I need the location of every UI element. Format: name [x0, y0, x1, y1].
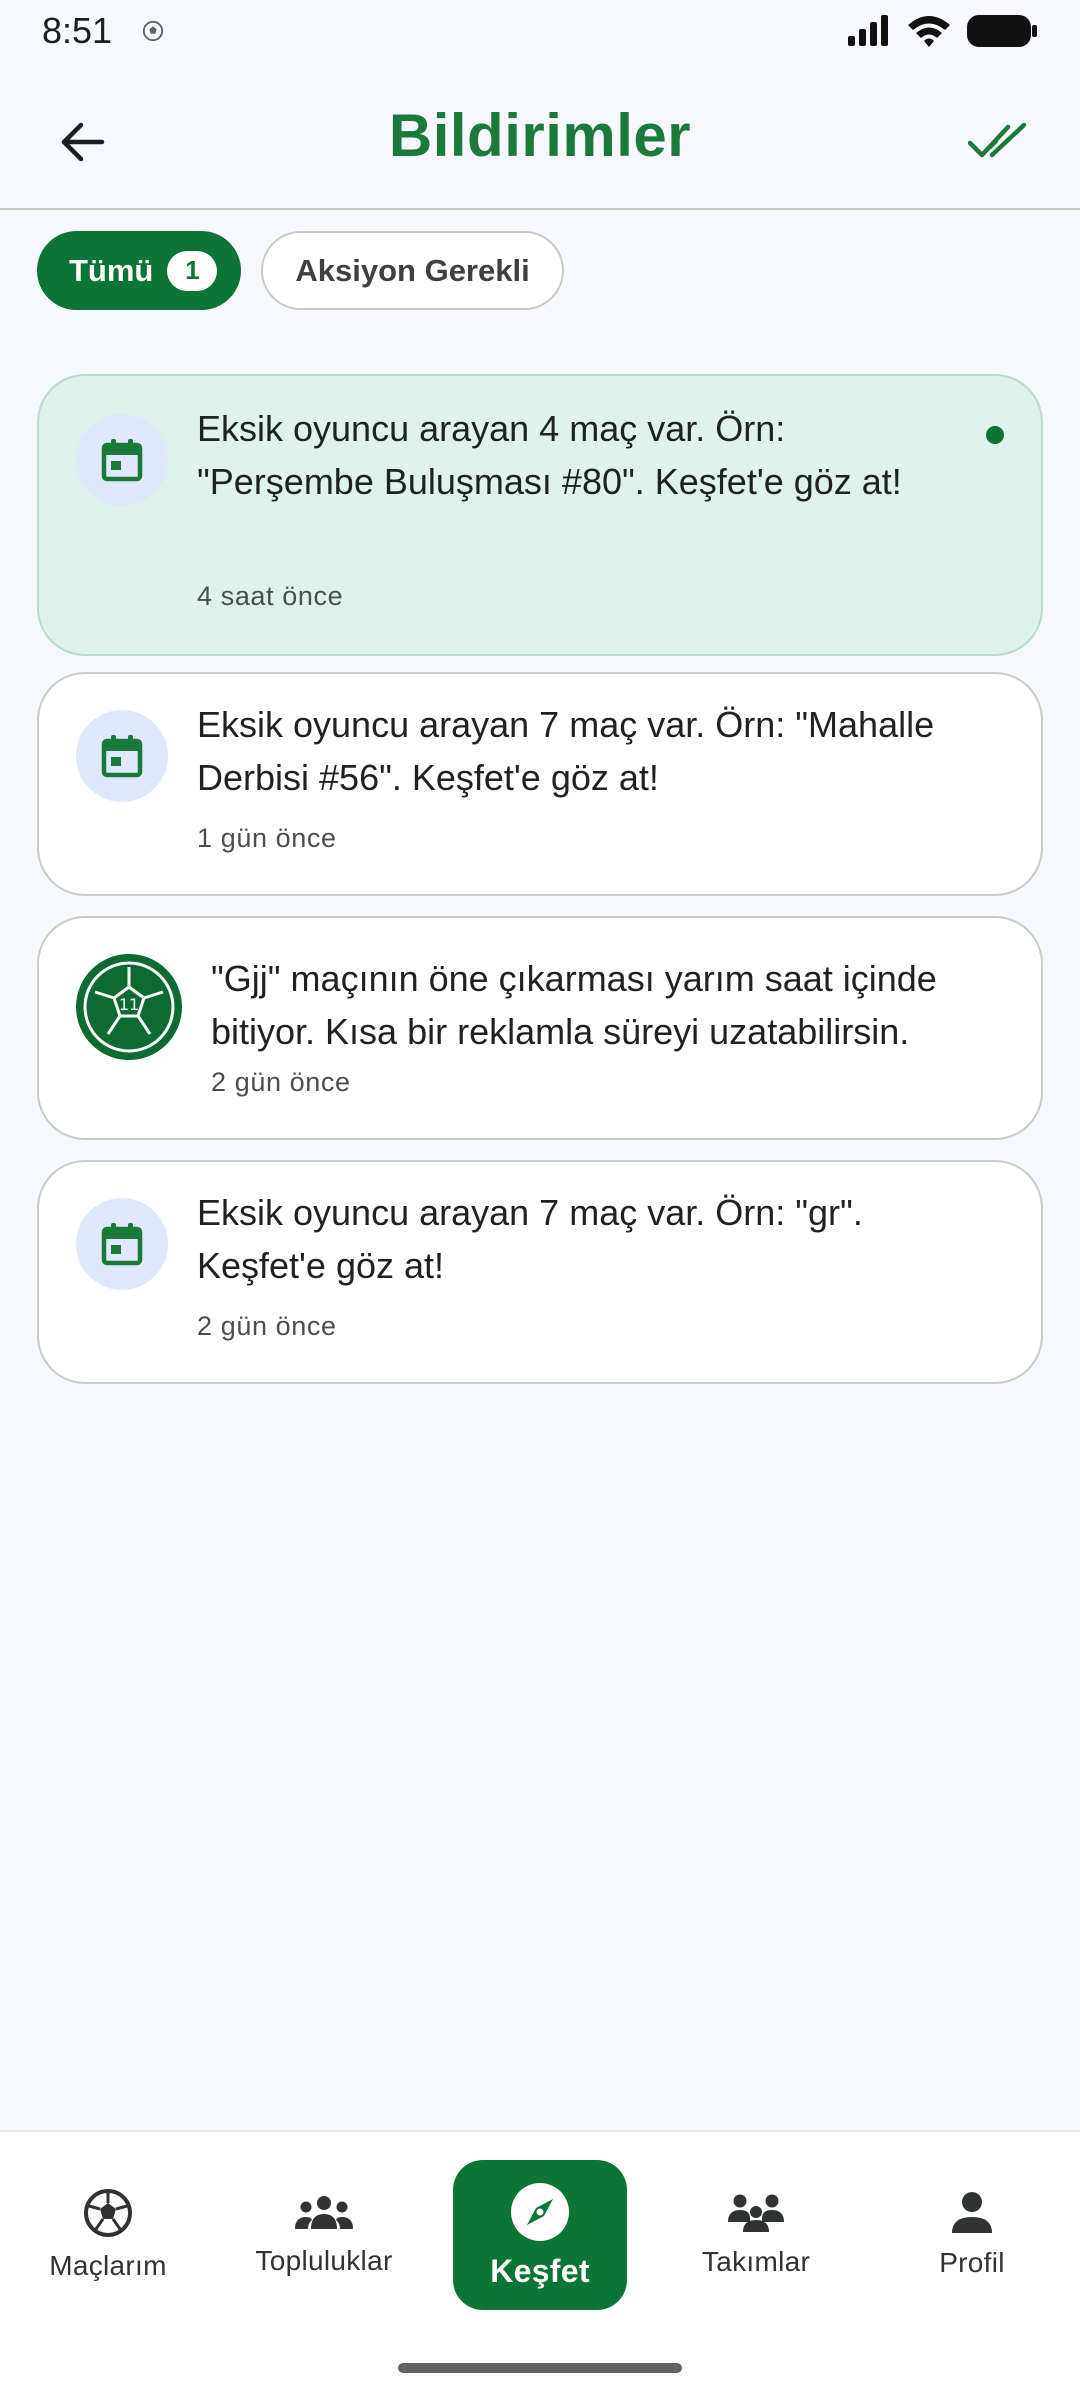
calendar-icon	[101, 1223, 143, 1266]
notification-icon	[76, 1198, 168, 1290]
notification-time: 4 saat önce	[197, 581, 344, 611]
notification-time: 2 gün önce	[197, 1311, 337, 1341]
back-button[interactable]	[42, 102, 122, 182]
double-check-icon	[968, 123, 1027, 158]
nav-label: Takımlar	[701, 2246, 811, 2277]
nav-label: Profil	[939, 2247, 1005, 2278]
notification-text: "Gjj" maçının öne çıkarması yarım saat i…	[211, 958, 937, 1052]
nav-item-profil[interactable]: Profil	[885, 2160, 1059, 2310]
unread-count-badge: 1	[167, 250, 218, 291]
signal-icon	[848, 15, 888, 46]
notification-icon: 11	[76, 954, 182, 1060]
nav-label: Topluluklar	[255, 2245, 393, 2276]
nav-item-topluluklar[interactable]: Topluluklar	[237, 2160, 411, 2310]
nav-item-takimlar[interactable]: Takımlar	[669, 2160, 843, 2310]
notification-time: 1 gün önce	[197, 823, 337, 853]
notification-text: Eksik oyuncu arayan 4 maç var. Örn: "Per…	[197, 408, 902, 502]
notification-text: Eksik oyuncu arayan 7 maç var. Örn: "Mah…	[197, 704, 935, 798]
people-group-icon	[295, 2196, 353, 2229]
unread-dot	[986, 426, 1004, 444]
notification-text: Eksik oyuncu arayan 7 maç var. Örn: "gr"…	[197, 1192, 863, 1286]
notification-card[interactable]: Eksik oyuncu arayan 4 maç var. Örn: "Per…	[37, 374, 1043, 656]
filter-chip-all-label: Tümü	[69, 252, 154, 288]
battery-icon	[967, 15, 1037, 47]
team-icon	[728, 2194, 784, 2232]
arrow-left-icon	[61, 122, 105, 162]
filter-chip-action-label: Aksiyon Gerekli	[295, 252, 530, 288]
nav-label: Keşfet	[490, 2252, 590, 2289]
status-bar: 8:51	[0, 0, 1080, 62]
notification-time: 2 gün önce	[211, 1067, 351, 1097]
wifi-icon	[908, 16, 950, 47]
mark-all-read-button[interactable]	[958, 102, 1038, 182]
status-icons	[846, 13, 1038, 49]
notification-card[interactable]: Eksik oyuncu arayan 7 maç var. Örn: "Mah…	[37, 672, 1043, 896]
nav-label: Maçlarım	[49, 2250, 167, 2281]
filter-chips: Tümü 1 Aksiyon Gerekli	[37, 231, 564, 310]
app-header: Bildirimler	[0, 62, 1080, 210]
nav-item-kesfet[interactable]: Keşfet	[453, 2160, 627, 2310]
notification-icon	[76, 414, 168, 506]
filter-chip-action-required[interactable]: Aksiyon Gerekli	[261, 231, 564, 310]
calendar-icon	[101, 439, 143, 482]
page-title: Bildirimler	[388, 101, 692, 169]
person-icon	[952, 2192, 992, 2233]
home-indicator[interactable]	[398, 2363, 682, 2373]
calendar-icon	[101, 735, 143, 778]
notification-card[interactable]: 11 "Gjj" maçının öne çıkarması yarım saa…	[37, 916, 1043, 1140]
ball-number: 11	[119, 995, 139, 1014]
status-time: 8:51	[42, 10, 113, 51]
bottom-navigation: Maçlarım Topluluklar Keşfet Takımlar Pro…	[0, 2130, 1080, 2400]
filter-chip-all[interactable]: Tümü 1	[37, 231, 242, 310]
soccer-ball-icon: 11	[83, 961, 175, 1053]
nav-item-maclarim[interactable]: Maçlarım	[21, 2160, 195, 2310]
soccer-ball-icon	[142, 20, 164, 42]
notification-icon	[76, 710, 168, 802]
soccer-ball-icon	[84, 2189, 132, 2237]
compass-icon	[511, 2182, 569, 2241]
notification-card[interactable]: Eksik oyuncu arayan 7 maç var. Örn: "gr"…	[37, 1160, 1043, 1384]
